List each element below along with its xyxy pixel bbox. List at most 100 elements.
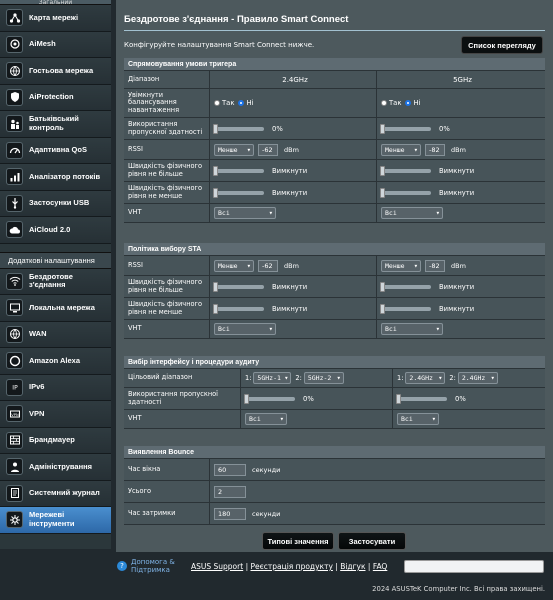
sidebar-item-label: Бездротове з'єднання (29, 271, 73, 290)
sidebar-item-parental-control[interactable]: Батьківський контроль (0, 111, 111, 138)
total-input[interactable]: 2 (214, 485, 246, 498)
sidebar-item-label: Системний журнал (29, 488, 100, 497)
sta-phymax-label: Швидкість фізичного рівня не більше (124, 276, 210, 297)
sidebar-item-firewall[interactable]: Брандмауер (0, 427, 111, 454)
phymax-24-slider[interactable] (213, 165, 264, 176)
balance-5-no-radio[interactable]: Ні (405, 99, 420, 107)
delay-unit: секунди (252, 509, 281, 518)
sidebar-item-label: Застосунки USB (29, 198, 90, 207)
balance-row: Увімкнути балансування навантаження Так … (124, 89, 545, 118)
sta-rssi-5-op-select[interactable]: Менше (381, 259, 421, 272)
help-support-link[interactable]: ? Допомога & Підтримка (117, 558, 175, 574)
sidebar-item-shield[interactable]: AiProtection (0, 84, 111, 111)
page-description: Конфігуруйте налаштування Smart Connect … (124, 41, 315, 49)
sta-vht-24-select[interactable]: Всі (214, 323, 276, 335)
view-list-button[interactable]: Список перегляду (461, 36, 543, 54)
defaults-button[interactable]: Типові значення (262, 532, 334, 550)
util-24-value: 0% (272, 124, 283, 133)
sidebar-item-globe[interactable]: WAN (0, 321, 111, 348)
sidebar-item-alexa[interactable]: Amazon Alexa (0, 348, 111, 375)
sidebar-item-aimesh[interactable]: AiMesh (0, 31, 111, 58)
balance-24-no-radio[interactable]: Ні (238, 99, 253, 107)
phymin-5-slider[interactable] (380, 187, 431, 198)
sidebar-item-lan[interactable]: Локальна мережа (0, 295, 111, 322)
iface-util-5-slider[interactable] (396, 393, 447, 404)
rssi-24-unit: dBm (284, 145, 299, 154)
iface-vht-5: Всі (393, 410, 545, 428)
rssi-5-op-select[interactable]: Менше (381, 143, 421, 156)
phymin-24-slider[interactable] (213, 187, 264, 198)
target-24-select-1[interactable]: 5GHz-1 (253, 372, 292, 384)
util-24-slider[interactable] (213, 123, 264, 134)
iface-vht-5-select[interactable]: Всі (397, 413, 439, 425)
sidebar-item-traffic-analyzer[interactable]: Аналізатор потоків (0, 164, 111, 191)
sta-rssi-row: RSSI Менше -62 dBm Менше -82 dBm (124, 256, 545, 276)
apply-button[interactable]: Застосувати (338, 532, 406, 550)
feedback-link[interactable]: Відгук (340, 562, 365, 571)
firewall-icon (6, 431, 23, 449)
sidebar-item-ipv6[interactable]: IP IPv6 (0, 374, 111, 401)
sta-phymax-5-slider[interactable] (380, 281, 431, 292)
phymax-24: Вимкнути (210, 160, 377, 181)
sta-rssi-5-input[interactable]: -82 (425, 259, 445, 272)
sidebar-item-label: VPN (29, 408, 45, 418)
vht-24-select[interactable]: Всі (214, 207, 276, 219)
sidebar-item-qos[interactable]: Адаптивна QoS (0, 137, 111, 164)
trigger-section: Спрямовування умови тригера Діапазон 2.4… (124, 58, 545, 223)
sidebar-item-vpn[interactable]: VPN VPN (0, 401, 111, 428)
sidebar-item-syslog[interactable]: Системний журнал (0, 480, 111, 507)
help-line-2: Підтримка (131, 566, 170, 574)
target-5-n1: 1: (397, 374, 404, 382)
asus-support-link[interactable]: ASUS Support (191, 562, 243, 571)
window-input[interactable]: 60 (214, 463, 246, 476)
sidebar-item-label: AiCloud 2.0 (29, 224, 71, 234)
sidebar-item-label: Батьківський контроль (29, 114, 79, 132)
sidebar-item-usb[interactable]: Застосунки USB (0, 190, 111, 217)
register-link[interactable]: Реєстрація продукту (250, 562, 332, 571)
balance-5-yes-radio[interactable]: Так (381, 99, 401, 107)
balance-24-yes-radio[interactable]: Так (214, 99, 234, 107)
iface-header: Вибір інтерфейсу і процедури аудиту (124, 356, 545, 369)
iface-vht-24-select[interactable]: Всі (245, 413, 287, 425)
sta-vht-5-select[interactable]: Всі (381, 323, 443, 335)
qos-icon (6, 141, 23, 159)
footer-search-input[interactable] (404, 560, 544, 573)
sidebar-advanced-header: Додаткові налаштування (0, 251, 111, 269)
phymin-24: Вимкнути (210, 182, 377, 203)
vht-5: Всі (377, 204, 544, 222)
sidebar-item-network-map[interactable]: Карта мережі (0, 5, 111, 32)
sidebar-item-label: IPv6 (29, 382, 45, 391)
rssi-24-input[interactable]: -62 (258, 143, 278, 156)
target-5-select-2[interactable]: 2.4GHz (457, 372, 498, 384)
aimesh-icon (6, 35, 23, 53)
sta-rssi-24-input[interactable]: -62 (258, 259, 278, 272)
sta-vht-label: VHT (124, 320, 210, 338)
rssi-24-op-select[interactable]: Менше (214, 143, 254, 156)
iface-util-5-value: 0% (455, 394, 466, 403)
admin-icon (6, 458, 23, 476)
sta-rssi-24-op-select[interactable]: Менше (214, 259, 254, 272)
sidebar-item-guest-network[interactable]: Гостьова мережа (0, 58, 111, 85)
sidebar-item-wireless[interactable]: Бездротове з'єднання (0, 268, 111, 295)
band-label: Діапазон (124, 71, 210, 88)
vpn-icon: VPN (6, 405, 23, 423)
sidebar-item-tools[interactable]: Мережеві інструменти (0, 507, 111, 534)
delay-input[interactable]: 180 (214, 507, 246, 520)
util-5-slider[interactable] (380, 123, 431, 134)
vht-5-select[interactable]: Всі (381, 207, 443, 219)
rssi-5-input[interactable]: -82 (425, 143, 445, 156)
sidebar-item-label: AiProtection (29, 92, 74, 101)
target-5-select-1[interactable]: 2.4GHz (405, 372, 446, 384)
phymax-5-slider[interactable] (380, 165, 431, 176)
sta-phymin-5-slider[interactable] (380, 303, 431, 314)
faq-link[interactable]: FAQ (373, 562, 388, 571)
sta-phymin-24-slider[interactable] (213, 303, 264, 314)
sta-rssi-24: Менше -62 dBm (210, 256, 377, 275)
sta-phymax-24-slider[interactable] (213, 281, 264, 292)
delay-cell: 180 секунди (210, 503, 545, 524)
sidebar-item-cloud[interactable]: AiCloud 2.0 (0, 217, 111, 244)
target-24-select-2[interactable]: 5GHz-2 (303, 372, 344, 384)
sep-3: | (365, 562, 373, 571)
sidebar-item-admin[interactable]: Адміністрування (0, 454, 111, 481)
iface-util-24-slider[interactable] (244, 393, 295, 404)
